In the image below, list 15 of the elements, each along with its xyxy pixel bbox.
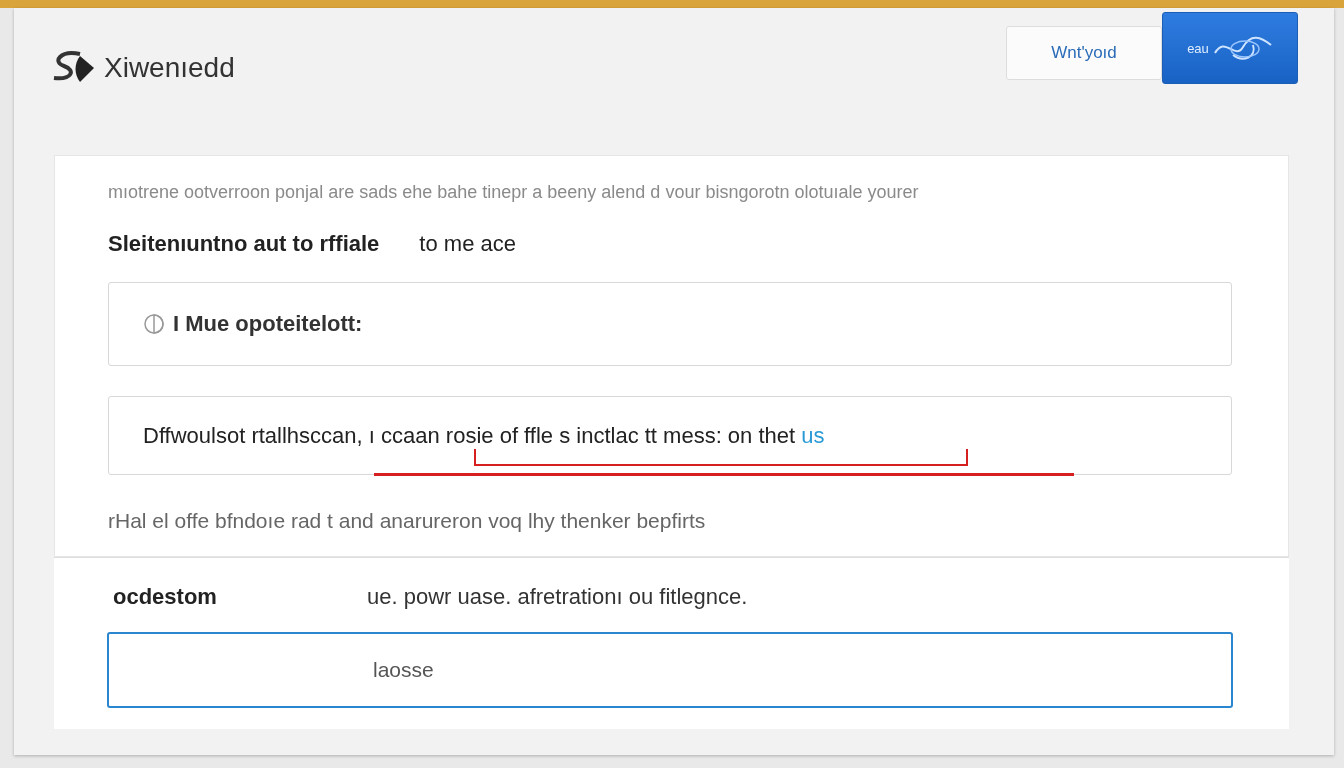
circle-icon: [143, 313, 165, 335]
footnote-text: rHal el offe bfndoıe rad t and anarureron voq lhy thenker bepfirts: [108, 509, 707, 533]
message-text: Dffwoulsot rtallhsccan, ı ccaan rosie of ffle s inctlac tt mess: on thet us: [143, 422, 825, 449]
option-label: I Mue opoteitelott:: [173, 311, 363, 337]
message-link[interactable]: us: [801, 422, 825, 448]
option-box[interactable]: I Mue opoteitelott:: [108, 282, 1232, 366]
input-field[interactable]: laosse: [107, 632, 1233, 708]
logo-text: Xiwenıedd: [104, 52, 235, 84]
field-label: ocdestom: [112, 584, 218, 610]
section-heading: Sleitenıuntno aut to rffiale: [108, 231, 380, 257]
intro-text: mıotrene ootverroon ponjal are sads ehe bahe tinepr a beeny alend d vour bisngorotn olotuıale yourer: [108, 182, 920, 203]
header-button[interactable]: Wnt'yoıd: [1006, 26, 1162, 80]
field-hint: ue. powr uase. afretrationı ou fitlegnce.: [367, 584, 749, 610]
primary-button[interactable]: eau: [1162, 12, 1298, 84]
section-heading: to me ace: [419, 231, 516, 257]
